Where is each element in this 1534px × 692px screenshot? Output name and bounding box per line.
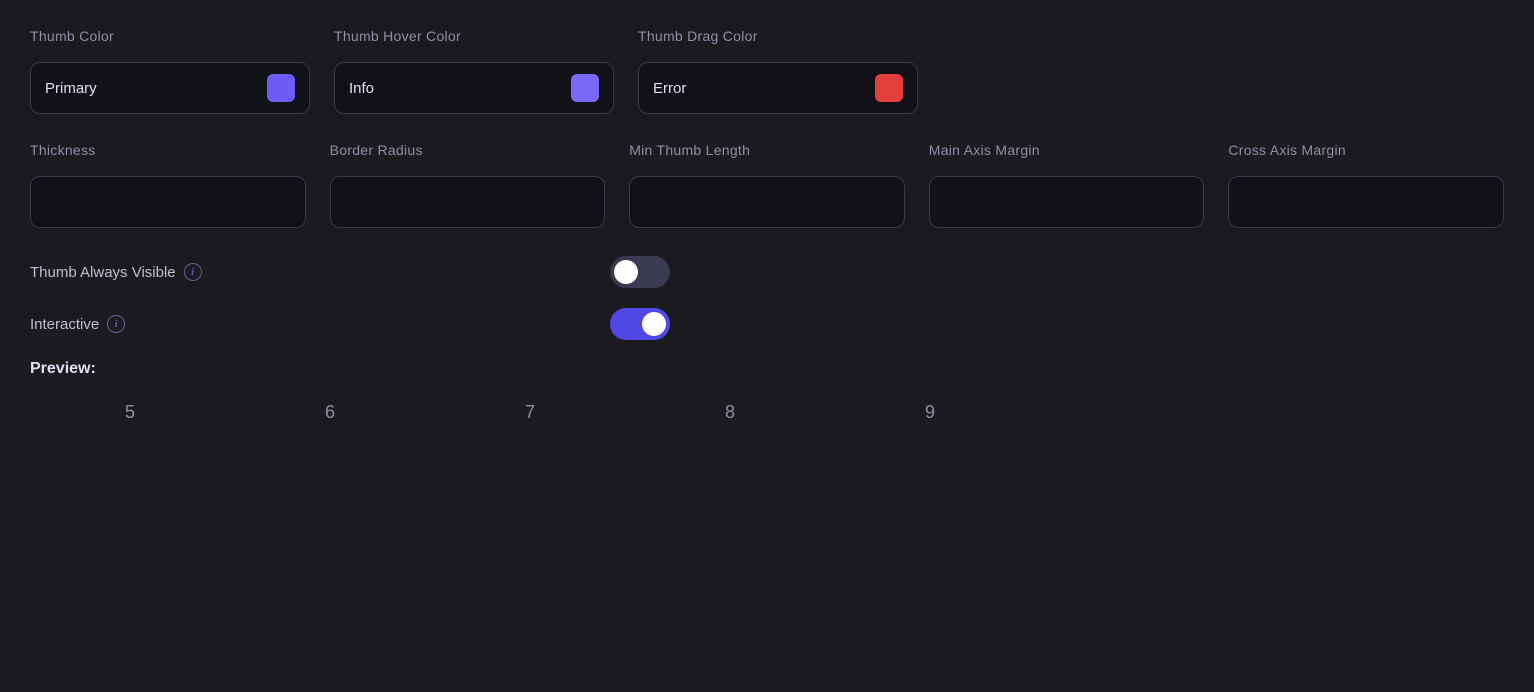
main-axis-margin-label: Main Axis Margin — [929, 142, 1205, 158]
thumb-drag-color-label: Thumb Drag Color — [638, 28, 918, 44]
thumb-always-visible-label: Thumb Always Visible — [30, 264, 176, 281]
min-thumb-length-input[interactable] — [629, 176, 905, 228]
preview-number-6: 6 — [230, 402, 430, 423]
preview-section: Preview: 5 6 7 8 9 — [30, 360, 1504, 423]
thumb-drag-color-select[interactable]: Error — [638, 62, 918, 114]
thumb-drag-color-group: Thumb Drag Color Error — [638, 28, 918, 114]
preview-number-7: 7 — [430, 402, 630, 423]
thumb-color-group: Thumb Color Primary — [30, 28, 310, 114]
cross-axis-margin-group: Cross Axis Margin — [1228, 142, 1504, 228]
cross-axis-margin-label: Cross Axis Margin — [1228, 142, 1504, 158]
thumb-always-visible-info-icon[interactable]: i — [184, 263, 202, 281]
border-radius-label: Border Radius — [330, 142, 606, 158]
thumb-always-visible-row: Thumb Always Visible i — [30, 256, 1504, 288]
thumb-color-label: Thumb Color — [30, 28, 310, 44]
preview-number-5: 5 — [30, 402, 230, 423]
interactive-label: Interactive — [30, 316, 99, 333]
thumb-always-visible-knob — [614, 260, 638, 284]
thumb-drag-color-swatch — [875, 74, 903, 102]
thumb-hover-color-select[interactable]: Info — [334, 62, 614, 114]
thickness-input[interactable] — [30, 176, 306, 228]
color-selects-row: Thumb Color Primary Thumb Hover Color In… — [30, 28, 1504, 114]
main-axis-margin-input[interactable] — [929, 176, 1205, 228]
min-thumb-length-label: Min Thumb Length — [629, 142, 905, 158]
thumb-always-visible-toggle[interactable] — [610, 256, 670, 288]
thumb-drag-color-value: Error — [653, 80, 686, 97]
thumb-always-visible-label-group: Thumb Always Visible i — [30, 263, 610, 281]
interactive-label-group: Interactive i — [30, 315, 610, 333]
min-thumb-length-group: Min Thumb Length — [629, 142, 905, 228]
interactive-info-icon[interactable]: i — [107, 315, 125, 333]
interactive-knob — [642, 312, 666, 336]
number-inputs-row: Thickness Border Radius Min Thumb Length… — [30, 142, 1504, 228]
preview-numbers: 5 6 7 8 9 — [30, 402, 1504, 423]
thumb-hover-color-label: Thumb Hover Color — [334, 28, 614, 44]
thumb-hover-color-value: Info — [349, 80, 374, 97]
cross-axis-margin-input[interactable] — [1228, 176, 1504, 228]
preview-number-9: 9 — [830, 402, 1030, 423]
main-axis-margin-group: Main Axis Margin — [929, 142, 1205, 228]
interactive-toggle[interactable] — [610, 308, 670, 340]
border-radius-input[interactable] — [330, 176, 606, 228]
preview-number-8: 8 — [630, 402, 830, 423]
border-radius-group: Border Radius — [330, 142, 606, 228]
thumb-hover-color-swatch — [571, 74, 599, 102]
thickness-label: Thickness — [30, 142, 306, 158]
thumb-color-value: Primary — [45, 80, 97, 97]
preview-label: Preview: — [30, 360, 1504, 378]
thumb-hover-color-group: Thumb Hover Color Info — [334, 28, 614, 114]
thickness-group: Thickness — [30, 142, 306, 228]
interactive-row: Interactive i — [30, 308, 1504, 340]
thumb-color-swatch — [267, 74, 295, 102]
thumb-color-select[interactable]: Primary — [30, 62, 310, 114]
